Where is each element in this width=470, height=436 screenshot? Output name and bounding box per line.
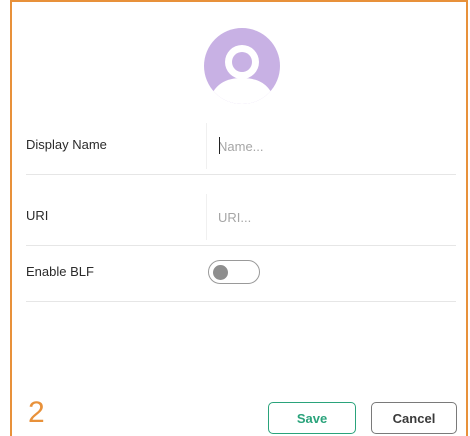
enable-blf-label: Enable BLF <box>26 264 94 279</box>
uri-label: URI <box>26 208 49 223</box>
toggle-knob <box>213 265 228 280</box>
save-button[interactable]: Save <box>268 402 356 434</box>
display-name-input[interactable] <box>206 119 456 174</box>
text-caret <box>219 137 220 154</box>
uri-input[interactable] <box>206 190 456 245</box>
display-name-label: Display Name <box>26 137 107 152</box>
enable-blf-toggle[interactable] <box>208 260 260 284</box>
display-name-row: Display Name <box>26 119 456 175</box>
enable-blf-row: Enable BLF <box>26 246 456 302</box>
user-silhouette-icon <box>208 45 276 104</box>
contact-dialog: Display Name URI Enable BLF 2 Save Cance… <box>10 0 468 436</box>
avatar-icon[interactable] <box>204 28 280 104</box>
cancel-button[interactable]: Cancel <box>371 402 457 434</box>
uri-row: URI <box>26 190 456 246</box>
divider <box>26 174 456 175</box>
step-number-annotation: 2 <box>28 396 45 429</box>
divider <box>26 301 456 302</box>
